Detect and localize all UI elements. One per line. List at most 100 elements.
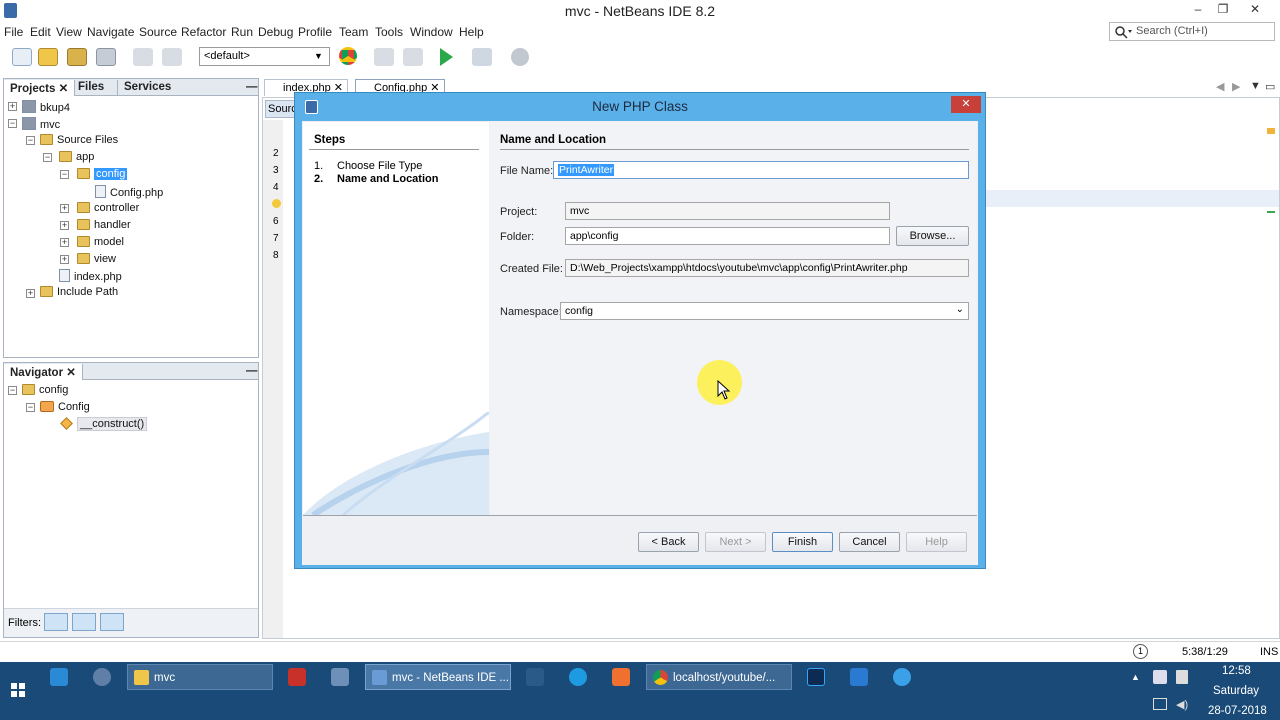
warning-stripe-marker[interactable] xyxy=(1267,128,1275,134)
change-stripe-marker[interactable] xyxy=(1267,211,1275,213)
tree-node-index-php[interactable]: index.php xyxy=(59,269,122,283)
windows-start-icon[interactable] xyxy=(11,683,25,697)
tree-node-bkup4[interactable]: bkup4 xyxy=(22,100,70,114)
tab-navigator[interactable]: Navigator ✕ xyxy=(4,364,83,380)
cancel-button[interactable]: Cancel xyxy=(839,532,900,552)
tree-node-handler[interactable]: handler xyxy=(77,219,131,231)
run-project-icon[interactable] xyxy=(440,48,453,66)
collapse-icon[interactable]: − xyxy=(26,136,35,145)
tab-list-icon[interactable]: ▼ xyxy=(1250,80,1261,92)
menu-refactor[interactable]: Refactor xyxy=(181,25,226,39)
expand-icon[interactable]: + xyxy=(26,289,35,298)
minimize-panel-icon[interactable]: — xyxy=(240,80,264,96)
close-icon[interactable]: ✕ xyxy=(59,83,69,95)
search-input[interactable]: Search (Ctrl+I) xyxy=(1109,22,1275,41)
vscode-icon[interactable] xyxy=(850,668,868,686)
minimize-panel-icon[interactable]: — xyxy=(240,364,264,380)
browse-button[interactable]: Browse... xyxy=(896,226,969,246)
menu-debug[interactable]: Debug xyxy=(258,25,293,39)
menu-run[interactable]: Run xyxy=(231,25,253,39)
close-window-button[interactable]: ✕ xyxy=(1244,2,1266,18)
volume-icon[interactable]: ◀) xyxy=(1176,698,1188,711)
menu-edit[interactable]: Edit xyxy=(30,25,51,39)
filter-static-icon[interactable] xyxy=(100,613,124,631)
open-project-icon[interactable] xyxy=(67,48,87,66)
folder-field[interactable]: app\config xyxy=(565,227,890,245)
tree-node-include-path[interactable]: Include Path xyxy=(40,286,118,298)
redo-icon[interactable] xyxy=(162,48,182,66)
nav-node-construct[interactable]: __construct() xyxy=(60,417,148,431)
clock-day[interactable]: Saturday xyxy=(1213,685,1259,697)
tree-node-view[interactable]: view xyxy=(77,253,116,265)
tree-node-app[interactable]: app xyxy=(59,151,94,163)
expand-icon[interactable]: + xyxy=(60,204,69,213)
show-hidden-icons[interactable]: ▲ xyxy=(1131,672,1140,682)
back-button[interactable]: < Back xyxy=(638,532,699,552)
next-button[interactable]: Next > xyxy=(705,532,766,552)
profile-project-icon[interactable] xyxy=(511,48,529,66)
new-file-icon[interactable] xyxy=(12,48,32,66)
tab-source[interactable]: Sourc xyxy=(265,100,297,118)
tab-services[interactable]: Services xyxy=(117,80,177,96)
skype-icon[interactable] xyxy=(569,668,587,686)
menu-team[interactable]: Team xyxy=(339,25,368,39)
app-pinned-icon[interactable] xyxy=(893,668,911,686)
configuration-select[interactable]: <default> ▼ xyxy=(199,47,330,66)
maximize-button[interactable]: ❐ xyxy=(1212,2,1234,18)
tab-files[interactable]: Files xyxy=(72,80,110,96)
menu-view[interactable]: View xyxy=(56,25,82,39)
collapse-icon[interactable]: − xyxy=(60,170,69,179)
dialog-close-button[interactable]: ✕ xyxy=(951,96,981,113)
menu-profile[interactable]: Profile xyxy=(298,25,332,39)
clock-date[interactable]: 28-07-2018 xyxy=(1208,705,1267,717)
tree-node-config[interactable]: config xyxy=(77,168,128,180)
expand-icon[interactable]: + xyxy=(60,221,69,230)
nav-node-config-class[interactable]: Config xyxy=(40,401,90,413)
file-name-field[interactable]: PrintAwriter xyxy=(553,161,969,179)
save-all-icon[interactable] xyxy=(96,48,116,66)
namespace-select[interactable]: config ⌄ xyxy=(560,302,969,320)
close-icon[interactable]: ✕ xyxy=(66,367,76,379)
collapse-icon[interactable]: − xyxy=(26,403,35,412)
browser-chrome-icon[interactable] xyxy=(339,47,357,65)
clock-time[interactable]: 12:58 xyxy=(1222,665,1251,677)
network-icon[interactable] xyxy=(1153,698,1167,710)
collapse-icon[interactable]: − xyxy=(43,153,52,162)
scroll-left-icon[interactable]: ◀ xyxy=(1216,80,1224,93)
undo-icon[interactable] xyxy=(133,48,153,66)
filter-inherited-icon[interactable] xyxy=(72,613,96,631)
taskbar-item-explorer-mvc[interactable]: mvc xyxy=(127,664,273,690)
debug-project-icon[interactable] xyxy=(472,48,492,66)
maximize-editor-icon[interactable]: ▭ xyxy=(1265,80,1275,93)
tree-node-controller[interactable]: controller xyxy=(77,202,139,214)
tree-node-mvc[interactable]: mvc xyxy=(22,117,60,131)
menu-help[interactable]: Help xyxy=(459,25,484,39)
menu-source[interactable]: Source xyxy=(139,25,177,39)
tree-node-source-files[interactable]: Source Files xyxy=(40,134,118,146)
collapse-icon[interactable]: − xyxy=(8,386,17,395)
notifications-icon[interactable]: 1 xyxy=(1133,644,1148,659)
xampp-icon[interactable] xyxy=(612,668,630,686)
tree-node-config-php[interactable]: Config.php xyxy=(95,185,163,199)
menu-tools[interactable]: Tools xyxy=(375,25,403,39)
collapse-icon[interactable]: − xyxy=(8,119,17,128)
internet-explorer-icon[interactable] xyxy=(50,668,68,686)
battery-icon[interactable] xyxy=(1176,670,1188,684)
filter-fields-icon[interactable] xyxy=(44,613,68,631)
app-pinned-icon[interactable] xyxy=(331,668,349,686)
menu-file[interactable]: File xyxy=(4,25,23,39)
expand-icon[interactable]: + xyxy=(8,102,17,111)
menu-navigate[interactable]: Navigate xyxy=(87,25,134,39)
minimize-button[interactable]: – xyxy=(1187,2,1209,18)
hint-bulb-icon[interactable] xyxy=(272,199,281,208)
nav-node-config[interactable]: config xyxy=(22,384,68,396)
app-pinned-icon[interactable] xyxy=(93,668,111,686)
taskbar-item-chrome[interactable]: localhost/youtube/... xyxy=(646,664,792,690)
app-pinned-icon[interactable] xyxy=(526,668,544,686)
action-center-icon[interactable] xyxy=(1153,670,1167,684)
photoshop-icon[interactable] xyxy=(807,668,825,686)
filezilla-icon[interactable] xyxy=(288,668,306,686)
expand-icon[interactable]: + xyxy=(60,238,69,247)
tab-projects[interactable]: Projects ✕ xyxy=(4,80,76,96)
expand-icon[interactable]: + xyxy=(60,255,69,264)
